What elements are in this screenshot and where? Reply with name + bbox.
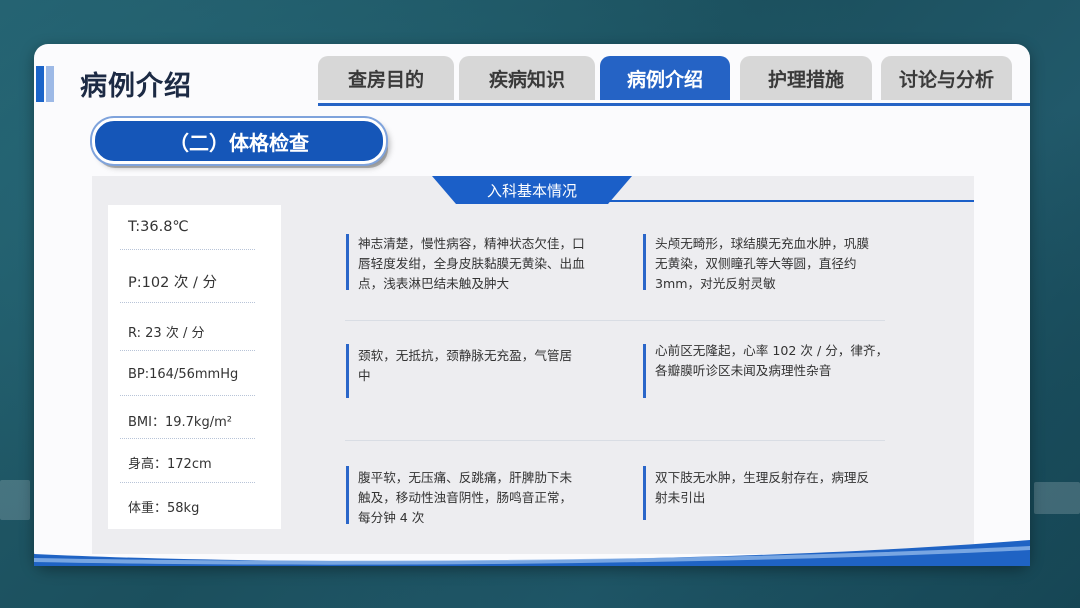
finding-abdomen: 腹平软，无压痛、反跳痛，肝脾肋下未触及，移动性浊音阴性，肠鸣音正常，每分钟 4 … — [358, 470, 573, 525]
finding-head: 头颅无畸形，球结膜无充血水肿，巩膜无黄染，双侧瞳孔等大等圆，直径约 3mm，对光… — [655, 236, 870, 291]
vital-respiration: R: 23 次 / 分 — [128, 326, 205, 341]
tab-nursing-measures[interactable]: 护理措施 — [740, 56, 872, 100]
tab-discussion-analysis[interactable]: 讨论与分析 — [881, 56, 1012, 100]
section-title: （二）体格检查 — [92, 118, 386, 164]
vital-pulse: P:102 次 / 分 — [128, 275, 218, 291]
finding-heart: 心前区无隆起，心率 102 次 / 分，律齐，各瓣膜听诊区未闻及病理性杂音 — [655, 343, 889, 378]
finding-marker — [346, 344, 349, 398]
background-texture — [1034, 482, 1080, 514]
divider — [120, 249, 255, 250]
title-accent-bar — [36, 66, 44, 102]
finding-neck: 颈软，无抵抗，颈静脉无充盈，气管居中 — [358, 348, 573, 383]
vital-temperature: T:36.8℃ — [128, 219, 189, 235]
divider — [120, 302, 255, 303]
row-divider — [345, 440, 885, 441]
finding-general: 神志清楚，慢性病容，精神状态欠佳，口唇轻度发绀，全身皮肤黏膜无黄染、出血点，浅表… — [358, 236, 585, 291]
divider — [120, 350, 255, 351]
bottom-wave-decoration — [34, 540, 1030, 566]
section-banner: 入科基本情况 — [432, 176, 632, 204]
finding-marker — [643, 344, 646, 398]
vital-bmi: BMI：19.7kg/m² — [128, 415, 232, 430]
finding-marker — [643, 234, 646, 290]
page-title: 病例介绍 — [80, 71, 192, 102]
divider — [120, 395, 255, 396]
vital-height: 身高：172cm — [128, 457, 212, 472]
finding-marker — [346, 466, 349, 524]
title-accent-bar-light — [46, 66, 54, 102]
vital-blood-pressure: BP:164/56mmHg — [128, 367, 239, 382]
finding-marker — [643, 466, 646, 520]
finding-marker — [346, 234, 349, 290]
finding-limbs: 双下肢无水肿，生理反射存在，病理反射未引出 — [655, 470, 870, 505]
tab-case-introduction[interactable]: 病例介绍 — [600, 56, 730, 100]
tab-underline — [318, 103, 1030, 106]
row-divider — [345, 320, 885, 321]
vital-weight: 体重：58kg — [128, 501, 200, 516]
background-texture — [0, 480, 30, 520]
divider — [120, 438, 255, 439]
tab-rounds-purpose[interactable]: 查房目的 — [318, 56, 454, 100]
tab-disease-knowledge[interactable]: 疾病知识 — [459, 56, 595, 100]
divider — [120, 482, 255, 483]
